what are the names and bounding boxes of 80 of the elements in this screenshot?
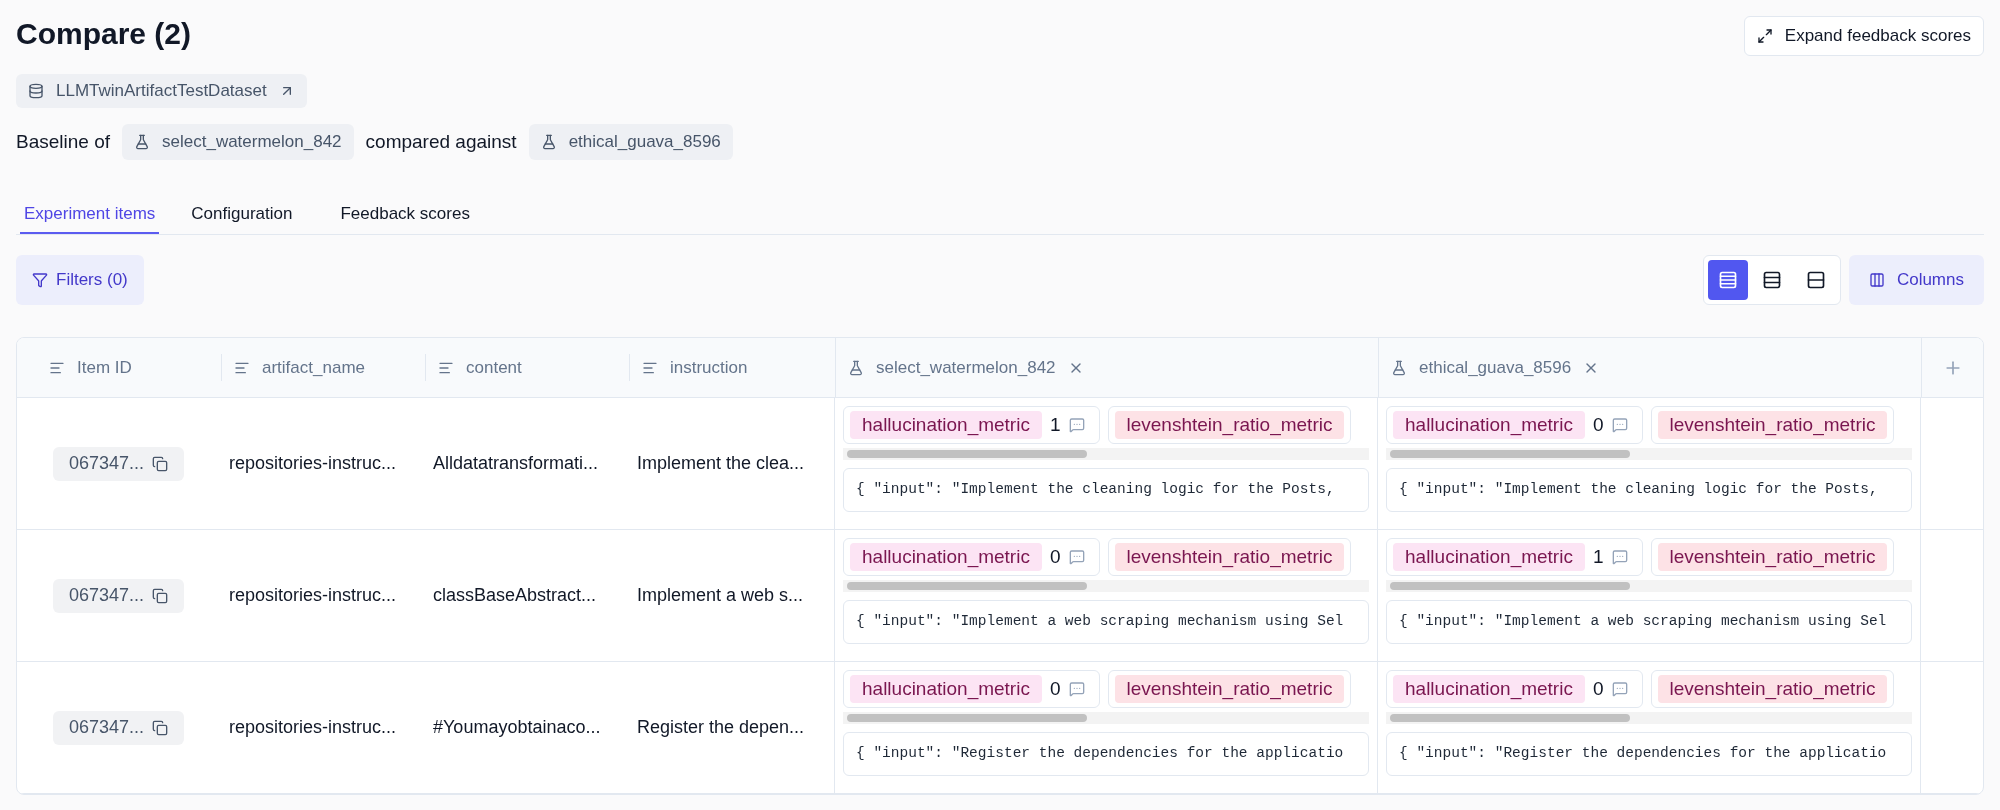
score-tag: hallucination_metric <box>1393 543 1585 571</box>
score-tag: levenshtein_ratio_metric <box>1114 411 1345 439</box>
score-tag: levenshtein_ratio_metric <box>1114 675 1345 703</box>
table-cell: Implement the clea... <box>629 398 835 529</box>
output-code: { "input": "Register the dependencies for the applicatio <box>1386 732 1912 776</box>
score-tag: hallucination_metric <box>1393 411 1585 439</box>
output-code: { "input": "Implement a web scraping mechanism using Sel <box>1386 600 1912 644</box>
output-code: { "input": "Implement the cleaning logic for the Posts, <box>1386 468 1912 512</box>
score-tag: hallucination_metric <box>1393 675 1585 703</box>
table-cell: Implement a web s... <box>629 530 835 661</box>
expand-icon <box>1756 28 1773 44</box>
column-header[interactable]: artifact_name <box>221 354 425 381</box>
score-tag: levenshtein_ratio_metric <box>1657 675 1888 703</box>
output-code: { "input": "Implement a web scraping mechanism using Sel <box>843 600 1369 644</box>
table-cell-text: Alldatatransformati... <box>432 452 600 475</box>
copy-icon[interactable] <box>152 455 169 472</box>
table-cell-text: repositories-instruc... <box>228 452 398 475</box>
baseline-label: Baseline of <box>16 129 110 154</box>
score-tag: levenshtein_ratio_metric <box>1657 543 1888 571</box>
comment-icon[interactable] <box>1611 681 1628 697</box>
scrollbar[interactable] <box>1386 448 1912 460</box>
columns-button[interactable]: Columns <box>1848 255 1984 305</box>
table-cell-text: #Youmayobtainaco... <box>432 716 602 739</box>
column-header[interactable]: content <box>425 354 629 381</box>
score-value: 0 <box>1592 412 1604 437</box>
flask-icon <box>848 359 864 376</box>
flask-icon <box>134 134 150 150</box>
experiment-link[interactable]: ethical_guava_8596 <box>528 124 733 160</box>
output-code: { "input": "Register the dependencies for the applicatio <box>843 732 1369 776</box>
table-cell-text: repositories-instruc... <box>228 584 398 607</box>
tab[interactable]: Experiment items <box>20 196 160 234</box>
score-tag: levenshtein_ratio_metric <box>1114 543 1345 571</box>
page-title: Compare (2) <box>16 16 192 52</box>
dataset-link[interactable]: LLMTwinArtifactTestDataset <box>16 74 307 108</box>
copy-icon[interactable] <box>152 587 169 604</box>
output-code: { "input": "Implement the cleaning logic for the Posts, <box>843 468 1369 512</box>
expand-feedback-scores-button[interactable]: Expand feedback scores <box>1743 16 1984 56</box>
comment-icon[interactable] <box>1611 417 1628 433</box>
filters-button[interactable]: Filters (0) <box>16 255 144 305</box>
score-tag: levenshtein_ratio_metric <box>1657 411 1888 439</box>
scrollbar[interactable] <box>843 448 1369 460</box>
scrollbar[interactable] <box>843 712 1369 724</box>
tab[interactable]: Feedback scores <box>336 196 474 234</box>
filter-icon <box>32 272 48 288</box>
flask-icon <box>1391 359 1407 376</box>
score-value: 0 <box>1049 676 1061 701</box>
table-cell: Register the depen... <box>629 662 835 793</box>
column-header[interactable]: instruction <box>629 354 835 381</box>
experiment-column-header[interactable]: select_watermelon_842 <box>835 338 1378 397</box>
comment-icon[interactable] <box>1068 681 1085 697</box>
table-cell-text: repositories-instruc... <box>228 716 398 739</box>
comment-icon[interactable] <box>1068 549 1085 565</box>
score-value: 0 <box>1049 544 1061 569</box>
tab[interactable]: Configuration <box>187 196 297 234</box>
table-cell-text: classBaseAbstract... <box>432 584 598 607</box>
column-header[interactable]: Item ID <box>17 338 221 397</box>
flask-icon <box>540 134 557 150</box>
score-tag: hallucination_metric <box>850 411 1042 439</box>
item-id: 067347... <box>69 452 145 475</box>
score-value: 1 <box>1049 412 1061 437</box>
rows-icon <box>1761 270 1782 290</box>
scrollbar[interactable] <box>843 580 1369 592</box>
comment-icon[interactable] <box>1068 417 1085 433</box>
scrollbar[interactable] <box>1386 712 1912 724</box>
database-icon <box>28 83 44 99</box>
score-tag: hallucination_metric <box>850 675 1042 703</box>
columns-icon <box>1868 272 1885 288</box>
rows-icon <box>1717 270 1738 290</box>
rows-icon <box>1805 270 1826 290</box>
item-id: 067347... <box>69 716 145 739</box>
experiment-column-header[interactable]: ethical_guava_8596 <box>1378 338 1921 397</box>
copy-icon[interactable] <box>152 719 169 736</box>
comment-icon[interactable] <box>1611 549 1628 565</box>
score-tag: hallucination_metric <box>850 543 1042 571</box>
scrollbar[interactable] <box>1386 580 1912 592</box>
item-id: 067347... <box>69 584 145 607</box>
compared-against-label: compared against <box>365 129 517 154</box>
score-value: 0 <box>1592 676 1604 701</box>
experiment-link[interactable]: select_watermelon_842 <box>122 124 354 160</box>
score-value: 1 <box>1592 544 1604 569</box>
